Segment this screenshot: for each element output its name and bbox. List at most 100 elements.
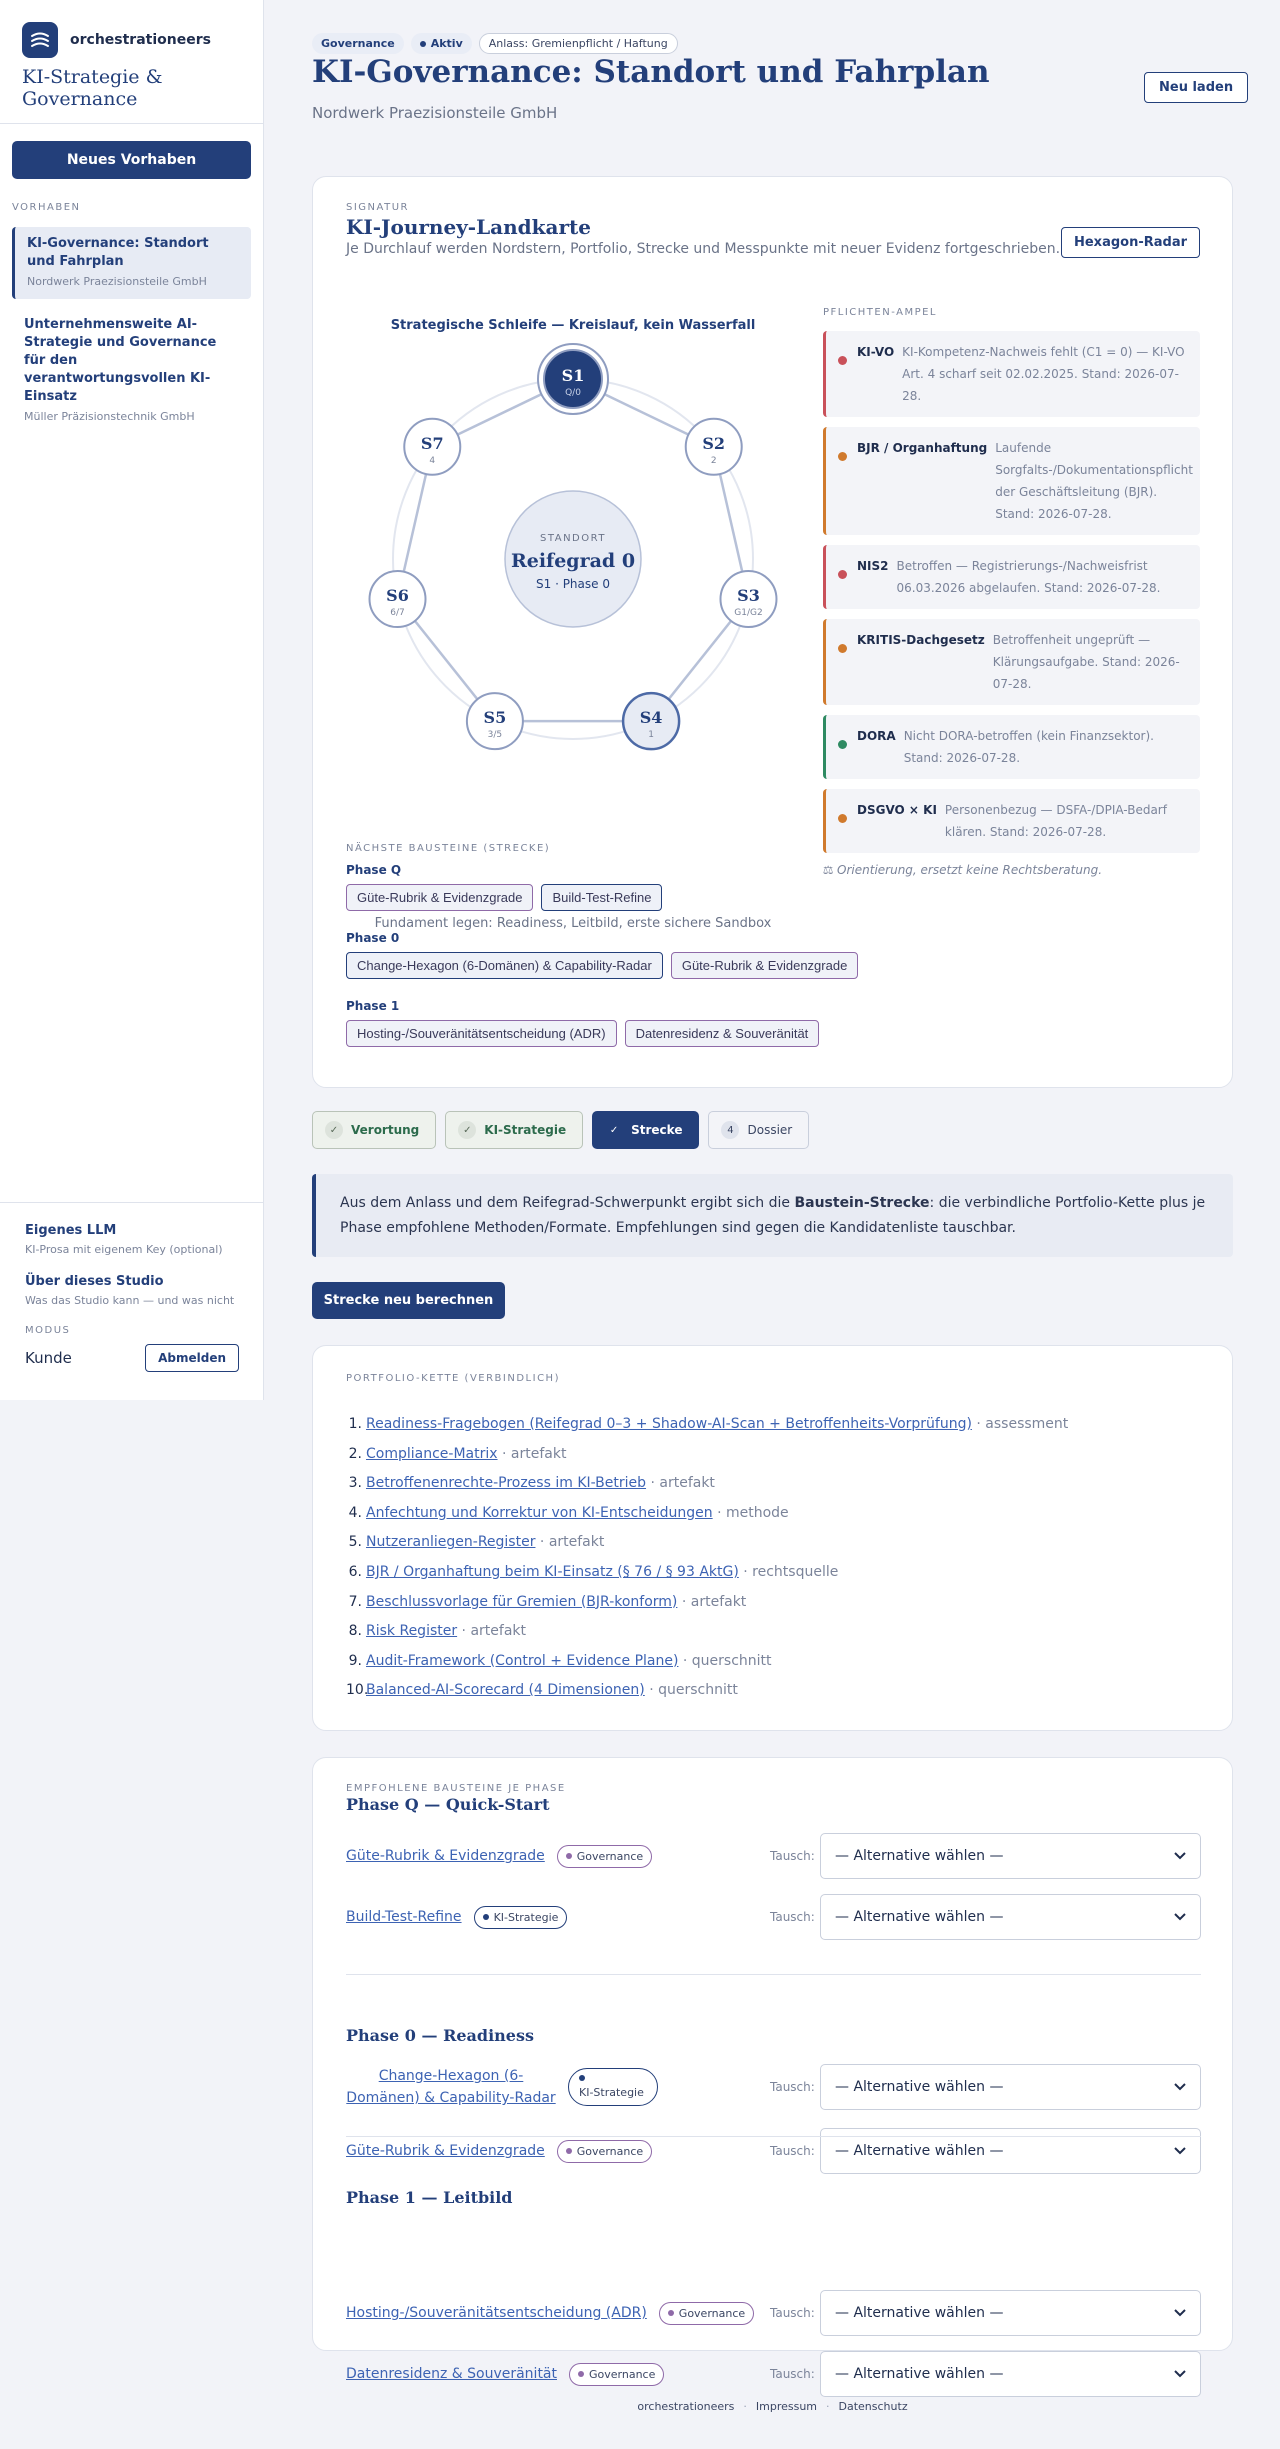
project-item-active[interactable]: KI-Governance: Standort und Fahrplan Nor… bbox=[12, 227, 251, 299]
rec-block-link[interactable]: Build-Test-Refine bbox=[346, 1909, 462, 1925]
status-dot-icon bbox=[838, 814, 847, 823]
next-block-pill[interactable]: Hosting-/Souveränitätsentscheidung (ADR) bbox=[346, 1020, 617, 1047]
portfolio-link[interactable]: Compliance-Matrix bbox=[366, 1446, 498, 1462]
portfolio-link[interactable]: Balanced-AI-Scorecard (4 Dimensionen) bbox=[366, 1682, 645, 1698]
obligations-traffic-light: KI-VO KI-Kompetenz-Nachweis fehlt (C1 = 0… bbox=[823, 331, 1200, 877]
tab-strecke[interactable]: ✓ Strecke bbox=[592, 1111, 700, 1149]
alternative-select[interactable]: — Alternative wählen — bbox=[820, 1894, 1201, 1940]
portfolio-item: 2. Compliance-Matrix · artefakt bbox=[346, 1440, 1068, 1470]
chevron-down-icon bbox=[1174, 2147, 1186, 2155]
project-subtitle: Nordwerk Praezisionsteile GmbH bbox=[27, 275, 207, 288]
station-id: S2 bbox=[702, 434, 725, 453]
page-title: KI-Governance: Standort und Fahrplan bbox=[312, 54, 990, 90]
station-node-s7[interactable]: S74 bbox=[403, 417, 462, 476]
info-box: Aus dem Anlass und dem Reifegrad-Schwerp… bbox=[312, 1174, 1233, 1257]
portfolio-link[interactable]: Beschlussvorlage für Gremien (BJR-konfor… bbox=[366, 1594, 677, 1610]
alternative-select[interactable]: — Alternative wählen — bbox=[820, 2128, 1201, 2174]
ampel-text: Personenbezug — DSFA-/DPIA-Bedarf klären… bbox=[944, 803, 1167, 839]
portfolio-number: 3. bbox=[348, 1475, 362, 1492]
status-dot-icon bbox=[838, 644, 847, 653]
next-phase-block: Phase 1 Hosting-/Souveränitätsentscheidun… bbox=[346, 999, 820, 1047]
footer-separator: · bbox=[826, 2400, 830, 2413]
rec-block-link[interactable]: Güte-Rubrik & Evidenzgrade bbox=[346, 1848, 545, 1864]
logout-button[interactable]: Abmelden bbox=[145, 1344, 239, 1372]
rec-block-link[interactable]: Change-Hexagon (6-Domänen) & Capability-… bbox=[346, 2065, 556, 2109]
new-project-button[interactable]: Neues Vorhaben bbox=[12, 141, 251, 179]
alternative-select[interactable]: — Alternative wählen — bbox=[820, 2064, 1201, 2110]
portfolio-type: · artefakt bbox=[677, 1593, 747, 1610]
swap-label: Tausch: bbox=[770, 1910, 815, 1924]
portfolio-link[interactable]: Nutzeranliegen-Register bbox=[366, 1534, 535, 1550]
phase-divider bbox=[346, 2136, 1201, 2137]
journey-title: KI-Journey-Landkarte bbox=[346, 215, 591, 239]
portfolio-item: 6. BJR / Organhaftung beim KI-Einsatz (§ … bbox=[346, 1558, 1068, 1588]
step-tabs: ✓ Verortung ✓ KI-Strategie ✓ Strecke 4 Dossier bbox=[312, 1111, 810, 1149]
footer-link[interactable]: Datenschutz bbox=[839, 2400, 908, 2413]
rec-block-link[interactable]: Hosting-/Souveränitätsentscheidung (ADR) bbox=[346, 2305, 647, 2321]
next-phase-name: Phase 1 bbox=[346, 999, 400, 1013]
footer-link[interactable]: Impressum bbox=[756, 2400, 817, 2413]
rec-block-link[interactable]: Datenresidenz & Souveränität bbox=[346, 2366, 557, 2382]
check-icon: ✓ bbox=[609, 1124, 619, 1136]
rec-block-link[interactable]: Güte-Rubrik & Evidenzgrade bbox=[346, 2143, 545, 2159]
hexagon-radar-button[interactable]: Hexagon-Radar bbox=[1060, 227, 1200, 258]
alternative-select[interactable]: — Alternative wählen — bbox=[820, 2290, 1201, 2336]
tab-verortung[interactable]: ✓ Verortung bbox=[312, 1111, 437, 1149]
station-node-s6[interactable]: S66/7 bbox=[368, 570, 427, 629]
portfolio-link[interactable]: Readiness-Fragebogen (Reifegrad 0–3 + Sh… bbox=[366, 1416, 972, 1432]
ampel-text: KI-Kompetenz-Nachweis fehlt (C1 = 0) — K… bbox=[902, 345, 1185, 403]
rec-row: Change-Hexagon (6-Domänen) & Capability-… bbox=[346, 2064, 1201, 2110]
next-block-pill[interactable]: Güte-Rubrik & Evidenzgrade bbox=[346, 884, 534, 911]
swap-label: Tausch: bbox=[770, 2367, 815, 2381]
center-title: Reifegrad 0 bbox=[511, 550, 635, 572]
alternative-select-value: — Alternative wählen — bbox=[835, 2079, 1004, 2095]
own-llm-link[interactable]: Eigenes LLM KI-Prosa mit eigenem Key (op… bbox=[25, 1223, 239, 1256]
ampel-text: Betroffen — Registrierungs-/Nachweisfris… bbox=[896, 559, 1161, 595]
project-item[interactable]: Unternehmensweite AI-Strategie und Gover… bbox=[12, 308, 251, 431]
next-block-pill[interactable]: Datenresidenz & Souveränität bbox=[624, 1020, 820, 1047]
rec-phase-title: Phase Q — Quick-Start bbox=[346, 1795, 550, 1814]
next-block-pill[interactable]: Build-Test-Refine bbox=[541, 884, 663, 911]
portfolio-link[interactable]: Audit-Framework (Control + Evidence Plan… bbox=[366, 1653, 678, 1669]
station-node-s2[interactable]: S22 bbox=[684, 417, 743, 476]
about-studio-link[interactable]: Über dieses Studio Was das Studio kann —… bbox=[25, 1274, 239, 1307]
info-text-bold: Baustein-Strecke bbox=[794, 1195, 930, 1211]
next-block-pill[interactable]: Change-Hexagon (6-Domänen) & Capability-… bbox=[346, 952, 663, 979]
reload-button[interactable]: Neu laden bbox=[1144, 72, 1249, 103]
portfolio-item: 5. Nutzeranliegen-Register · artefakt bbox=[346, 1528, 1068, 1558]
portfolio-link[interactable]: Betroffenenrechte-Prozess im KI-Betrieb bbox=[366, 1475, 646, 1491]
station-id: S3 bbox=[737, 586, 760, 605]
alternative-select[interactable]: — Alternative wählen — bbox=[820, 1833, 1201, 1879]
footer-link[interactable]: orchestrationeers bbox=[637, 2400, 734, 2413]
station-node-s5[interactable]: S53/5 bbox=[465, 692, 524, 751]
next-block-pill[interactable]: Güte-Rubrik & Evidenzgrade bbox=[670, 952, 859, 979]
brand-logo-icon[interactable] bbox=[22, 22, 58, 58]
portfolio-link[interactable]: Anfechtung und Korrektur von KI-Entschei… bbox=[366, 1505, 713, 1521]
recalculate-route-button[interactable]: Strecke neu berechnen bbox=[312, 1282, 505, 1319]
journey-description: Je Durchlauf werden Nordstern, Portfolio… bbox=[346, 241, 1061, 257]
portfolio-card: PORTFOLIO-KETTE (VERBINDLICH) 1. Readines… bbox=[312, 1345, 1233, 1731]
brand: orchestrationeers KI-Strategie & Governa… bbox=[0, 0, 263, 124]
journey-card: SIGNATUR KI-Journey-Landkarte Je Durchla… bbox=[312, 176, 1233, 1088]
tab-dossier[interactable]: 4 Dossier bbox=[708, 1111, 810, 1149]
station-node-s3[interactable]: S3 G1/G2 bbox=[719, 570, 778, 629]
badge-dot-icon bbox=[565, 1853, 572, 1859]
portfolio-link[interactable]: BJR / Organhaftung beim KI-Einsatz (§ 76… bbox=[366, 1564, 739, 1580]
brand-subtitle: KI-Strategie & Governance bbox=[22, 66, 163, 110]
portfolio-type: · methode bbox=[712, 1504, 789, 1521]
station-node-s1[interactable]: S1Q/0 bbox=[537, 343, 609, 415]
header-chips: Governance Aktiv Anlass: Gremienpflicht … bbox=[312, 33, 678, 54]
station-node-s4[interactable]: S41 bbox=[621, 691, 681, 751]
alternative-select[interactable]: — Alternative wählen — bbox=[820, 2351, 1201, 2397]
alternative-select-value: — Alternative wählen — bbox=[835, 2366, 1004, 2382]
tab-ki-strategie[interactable]: ✓ KI-Strategie bbox=[445, 1111, 584, 1149]
station-id: S4 bbox=[640, 708, 663, 727]
ampel-key: KI-VO bbox=[857, 345, 895, 359]
ampel-key: KRITIS-Dachgesetz bbox=[857, 633, 985, 647]
station-sub: Q/0 bbox=[565, 388, 581, 398]
ampel-text: Nicht DORA-betroffen (kein Finanzsektor)… bbox=[903, 729, 1154, 765]
projects-section-label: VORHABEN bbox=[12, 202, 81, 213]
portfolio-link[interactable]: Risk Register bbox=[366, 1623, 457, 1639]
chip-status-label: Aktiv bbox=[430, 37, 463, 50]
center-sub: S1 · Phase 0 bbox=[536, 577, 610, 591]
